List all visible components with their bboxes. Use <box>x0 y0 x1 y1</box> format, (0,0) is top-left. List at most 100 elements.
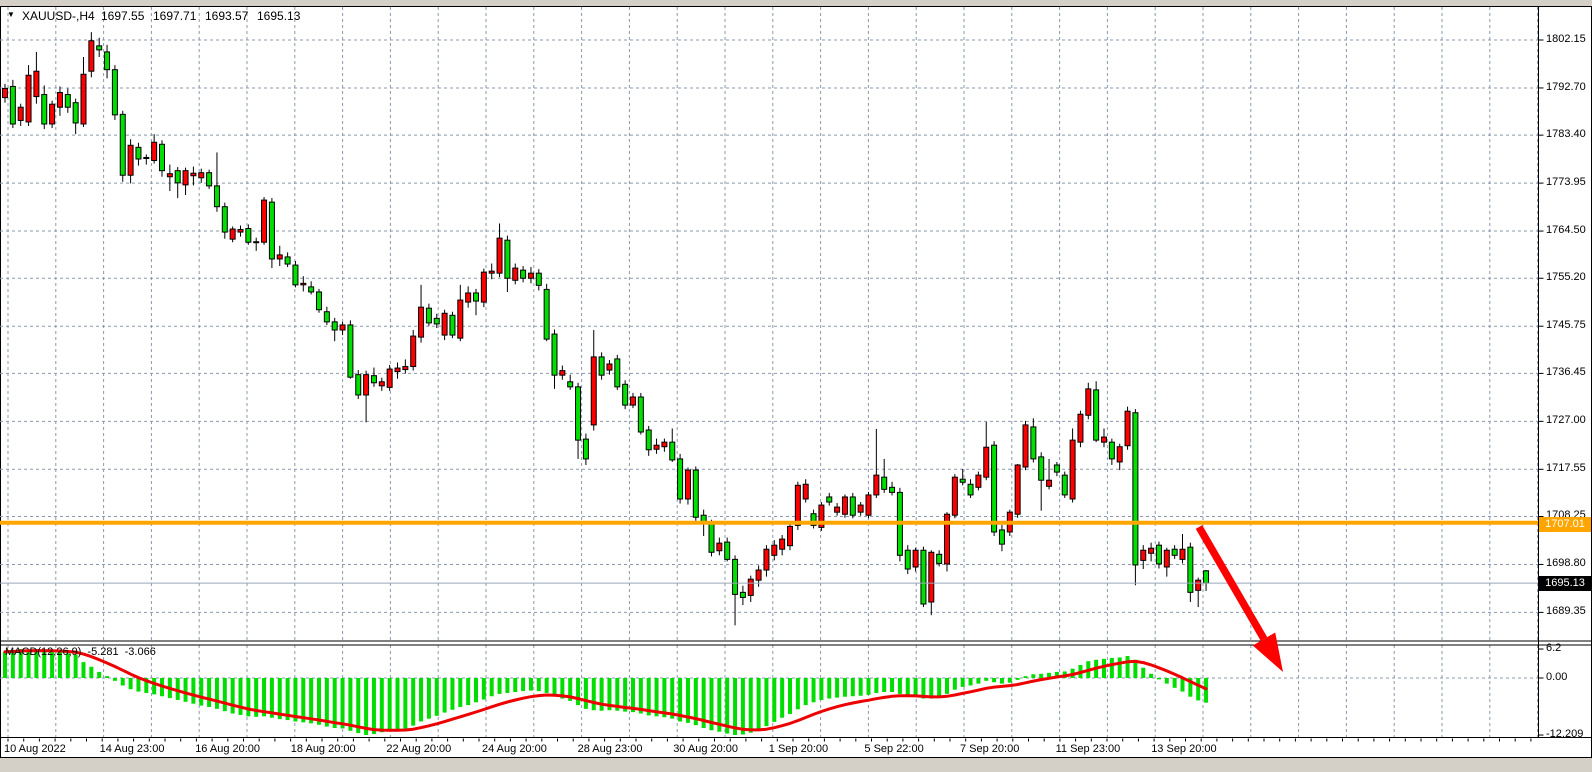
macd-bar <box>435 678 439 716</box>
candle-bull <box>18 107 23 120</box>
macd-bar <box>498 678 502 694</box>
macd-bar <box>945 678 949 694</box>
candle-bull <box>1149 548 1154 553</box>
candle-bear <box>615 359 620 387</box>
macd-bar <box>1031 674 1035 678</box>
macd-bar <box>984 678 988 681</box>
candle-bear <box>136 147 141 159</box>
candle-bull <box>167 174 172 177</box>
candle-bull <box>874 475 879 495</box>
macd-bar <box>1141 668 1145 678</box>
candle-bull <box>50 104 55 124</box>
candle-bull <box>387 369 392 387</box>
candle-bear <box>317 292 322 310</box>
time-axis-label: 13 Sep 20:00 <box>1151 743 1216 755</box>
candle-bear <box>693 470 698 517</box>
candle-bull <box>277 255 282 259</box>
macd-bar <box>537 678 541 691</box>
macd-bar <box>403 678 407 729</box>
macd-bar <box>443 678 447 713</box>
macd-bar <box>757 678 761 730</box>
candle-bull <box>560 371 565 376</box>
candle-bull <box>340 325 345 330</box>
macd-bar <box>992 678 996 682</box>
macd-axis-label: 0.00 <box>1546 671 1567 683</box>
candle-bear <box>992 445 997 532</box>
candle-bull <box>662 442 667 447</box>
macd-bar <box>576 678 580 705</box>
candle-bull <box>1023 425 1028 467</box>
price-axis-label: 1736.45 <box>1546 366 1586 378</box>
candle-bear <box>960 479 965 482</box>
candle-bull <box>89 41 94 71</box>
macd-bar <box>427 678 431 719</box>
candle-bear <box>850 497 855 515</box>
candle-bear <box>1094 390 1099 440</box>
time-axis-label: 22 Aug 20:00 <box>386 743 451 755</box>
candle-bull <box>34 71 39 96</box>
candle-bull <box>842 497 847 514</box>
ohlc-low-value: 1693.57 <box>205 9 255 23</box>
macd-bar <box>490 678 494 696</box>
macd-bar <box>1039 674 1043 678</box>
candle-bull <box>128 145 133 175</box>
candle-bear <box>882 477 887 489</box>
candle-bull <box>1015 465 1020 514</box>
candle-bear <box>638 397 643 432</box>
candle-bull <box>301 283 306 285</box>
candle-bear <box>65 95 70 108</box>
candle-bear <box>725 542 730 559</box>
price-axis-label: 1783.40 <box>1546 128 1586 140</box>
price-axis-label: 1745.75 <box>1546 319 1586 331</box>
bid-price-tag: 1695.13 <box>1539 576 1591 591</box>
macd-bar <box>231 678 235 714</box>
price-axis-label: 1717.55 <box>1546 462 1586 474</box>
macd-bar <box>788 678 792 714</box>
candle-bear <box>105 52 110 70</box>
candle-bull <box>395 368 400 372</box>
price-axis-label: 1802.15 <box>1546 33 1586 45</box>
macd-bar <box>749 678 753 733</box>
candle-bear <box>1172 549 1177 555</box>
candle-bull <box>481 272 486 302</box>
macd-bar <box>348 678 352 731</box>
candle-bull <box>419 307 424 337</box>
time-axis-label: 30 Aug 20:00 <box>673 743 738 755</box>
macd-bar <box>1016 678 1020 680</box>
candle-bull <box>835 507 840 512</box>
price-axis-label: 1755.20 <box>1546 271 1586 283</box>
candle-bull <box>489 271 494 273</box>
macd-bar <box>890 678 894 692</box>
candle-bear <box>371 376 376 383</box>
macd-bar <box>89 667 93 678</box>
candle-bear <box>583 439 588 459</box>
candle-bear <box>1039 457 1044 480</box>
candle-bear <box>1109 442 1114 459</box>
macd-bar <box>239 678 243 715</box>
candle-bull <box>262 200 267 242</box>
candle-bear <box>160 144 165 170</box>
candle-bull <box>1078 414 1083 442</box>
macd-bar <box>851 678 855 696</box>
macd-bar <box>419 678 423 721</box>
macd-bar <box>356 678 360 733</box>
candle-bull <box>780 539 785 549</box>
time-axis-label: 28 Aug 23:00 <box>578 743 643 755</box>
candle-bull <box>913 550 918 567</box>
macd-bar <box>82 662 86 678</box>
chart-canvas[interactable] <box>0 0 1592 772</box>
macd-bar <box>780 678 784 718</box>
candle-bear <box>293 265 298 285</box>
indicator-name: MACD(12,26,9) <box>5 646 81 658</box>
macd-bar <box>859 678 863 696</box>
macd-bar <box>301 678 305 722</box>
macd-bar <box>184 678 188 702</box>
macd-bar <box>906 678 910 696</box>
candle-bear <box>246 229 251 243</box>
macd-bar <box>372 678 376 734</box>
candle-bear <box>97 46 102 50</box>
time-axis-label: 16 Aug 20:00 <box>195 743 260 755</box>
candle-bear <box>646 430 651 450</box>
candle-bull <box>591 357 596 425</box>
price-axis-label: 1727.00 <box>1546 414 1586 426</box>
